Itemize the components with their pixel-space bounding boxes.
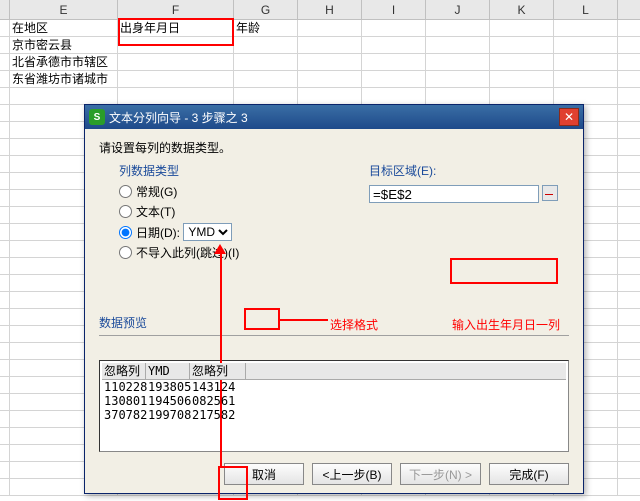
cell[interactable] [426,71,490,87]
dialog-instruction: 请设置每列的数据类型。 [99,139,569,156]
preview-cell: 194506 [146,394,190,408]
preview-header-col2[interactable]: YMD [146,363,190,379]
preview-cell: 199708 [146,408,190,422]
preview-cell: 370782 [102,408,146,422]
cell[interactable] [554,20,618,36]
col-header-J[interactable]: J [426,0,490,19]
cell[interactable] [426,37,490,53]
cell[interactable] [0,54,10,70]
cell[interactable] [234,54,298,70]
range-picker-icon[interactable] [542,185,558,201]
cell[interactable] [298,20,362,36]
cell[interactable] [554,71,618,87]
cell[interactable]: 年龄 [234,20,298,36]
col-header-partial[interactable] [0,0,10,19]
cell[interactable] [0,37,10,53]
preview-cell: 193805 [146,380,190,394]
cell[interactable] [118,71,234,87]
preview-cell: 110228 [102,380,146,394]
col-header-G[interactable]: G [234,0,298,19]
cell[interactable] [554,37,618,53]
cell[interactable] [298,54,362,70]
col-header-F[interactable]: F [118,0,234,19]
cell[interactable]: 出身年月日 [118,20,234,36]
col-header-L[interactable]: L [554,0,618,19]
cell[interactable] [490,71,554,87]
cell[interactable] [490,20,554,36]
cell[interactable]: 京市密云县 [10,37,118,53]
preview-row: 130801 194506 082561 [102,394,566,408]
close-button[interactable]: ✕ [559,108,579,126]
preview-header-col3[interactable]: 忽略列 [190,363,246,379]
finish-button[interactable]: 完成(F) [489,463,569,485]
preview-cell: 217582 [190,408,246,422]
cell[interactable] [554,54,618,70]
cell[interactable] [298,37,362,53]
radio-general-label: 常规(G) [136,183,177,200]
table-row: 京市密云县 [0,37,640,54]
cell[interactable] [490,54,554,70]
target-range-label: 目标区域(E): [369,162,569,179]
cell[interactable] [426,20,490,36]
cell[interactable] [234,71,298,87]
dialog-titlebar[interactable]: S 文本分列向导 - 3 步骤之 3 ✕ [85,105,583,129]
radio-text-label: 文本(T) [136,203,175,220]
preview-row: 370782 199708 217582 [102,408,566,422]
cell[interactable]: 北省承德市市辖区 [10,54,118,70]
radio-text-input[interactable] [119,205,132,218]
radio-date-label: 日期(D): [136,224,180,241]
cell[interactable] [490,37,554,53]
cell[interactable] [234,37,298,53]
col-header-I[interactable]: I [362,0,426,19]
table-row: 在地区 出身年月日 年龄 [0,20,640,37]
preview-row: 110228 193805 143124 [102,380,566,394]
dialog-title: 文本分列向导 - 3 步骤之 3 [109,109,559,126]
cell[interactable] [0,20,10,36]
cell[interactable]: 东省潍坊市诸城市 [10,71,118,87]
col-header-E[interactable]: E [10,0,118,19]
dialog-button-bar: 取消 <上一步(B) 下一步(N) > 完成(F) [224,463,569,485]
radio-skip-label: 不导入此列(跳过)(I) [136,244,239,261]
preview-box[interactable]: 忽略列 YMD 忽略列 110228 193805 143124 130801 … [99,360,569,452]
col-header-K[interactable]: K [490,0,554,19]
cell[interactable]: 在地区 [10,20,118,36]
cell[interactable] [362,20,426,36]
cell[interactable] [362,71,426,87]
cell[interactable] [362,37,426,53]
group-label-data-type: 列数据类型 [119,162,279,179]
table-row: 北省承德市市辖区 [0,54,640,71]
target-range-input[interactable] [369,185,539,203]
radio-text[interactable]: 文本(T) [119,203,279,220]
radio-general[interactable]: 常规(G) [119,183,279,200]
cell[interactable] [118,37,234,53]
radio-skip-input[interactable] [119,246,132,259]
cell[interactable] [298,71,362,87]
next-button: 下一步(N) > [400,463,481,485]
column-headers-row: E F G H I J K L [0,0,640,20]
cell[interactable] [426,54,490,70]
radio-skip[interactable]: 不导入此列(跳过)(I) [119,244,279,261]
text-to-columns-dialog: S 文本分列向导 - 3 步骤之 3 ✕ 请设置每列的数据类型。 列数据类型 常… [84,104,584,494]
col-header-H[interactable]: H [298,0,362,19]
cell[interactable] [118,54,234,70]
date-format-select[interactable]: YMD [183,223,232,241]
preview-label: 数据预览 [99,314,569,331]
preview-cell: 130801 [102,394,146,408]
app-icon: S [89,109,105,125]
preview-cell: 082561 [190,394,246,408]
radio-date[interactable]: 日期(D): YMD [119,223,279,241]
preview-header-row: 忽略列 YMD 忽略列 [102,363,566,380]
preview-header-col1[interactable]: 忽略列 [102,363,146,379]
prev-button[interactable]: <上一步(B) [312,463,392,485]
preview-cell: 143124 [190,380,246,394]
table-row: 东省潍坊市诸城市 [0,71,640,88]
cell[interactable] [362,54,426,70]
radio-date-input[interactable] [119,226,132,239]
radio-general-input[interactable] [119,185,132,198]
cancel-button[interactable]: 取消 [224,463,304,485]
cell[interactable] [0,71,10,87]
